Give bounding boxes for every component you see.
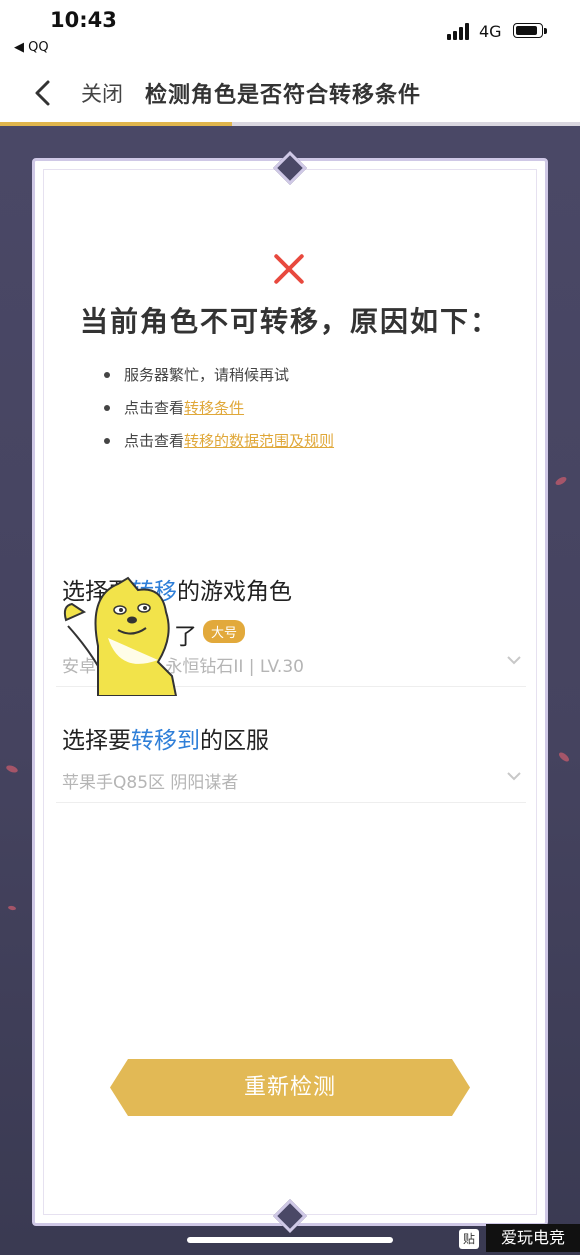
network-type: 4G (479, 22, 502, 41)
page-title: 检测角色是否符合转移条件 (145, 83, 422, 108)
chevron-down-icon (507, 656, 521, 665)
reason-text: 点击查看 (124, 399, 185, 417)
result-title: 当前角色不可转移，原因如下： (79, 305, 500, 338)
back-chevron-icon[interactable] (30, 78, 56, 108)
bullet-icon (104, 371, 110, 378)
petal-decoration (5, 764, 19, 774)
main-account-badge: 大号 (203, 620, 246, 643)
error-cross-icon (272, 252, 306, 286)
server-select[interactable]: 苹果手Q85区 阴阳谋者 (56, 762, 526, 803)
label-text: 选择要 (62, 728, 131, 754)
navigation-bar: 关闭 检测角色是否符合转移条件 (0, 62, 580, 122)
bullet-icon (104, 437, 110, 444)
petal-decoration (7, 905, 17, 911)
recheck-button-label: 重新检测 (243, 1075, 336, 1100)
reason-item: 点击查看转移条件 (104, 397, 244, 418)
label-text: 的区服 (200, 728, 269, 754)
dog-sticker (63, 576, 178, 696)
status-time: 10:43 (50, 8, 117, 32)
back-to-app-link[interactable]: ◀ QQ (14, 40, 49, 55)
close-button[interactable]: 关闭 (81, 78, 123, 108)
petal-decoration (557, 750, 571, 764)
bullet-icon (104, 404, 110, 411)
signal-icon (447, 22, 471, 40)
reason-text: 点击查看 (124, 432, 185, 450)
reason-text: 服务器繁忙，请稍候再试 (124, 366, 290, 384)
transfer-rules-link[interactable]: 转移的数据范围及规则 (184, 432, 334, 450)
label-text: 的游戏角色 (177, 579, 292, 605)
chevron-down-icon (507, 772, 521, 781)
home-indicator[interactable] (187, 1237, 393, 1243)
reason-item: 服务器繁忙，请稍候再试 (104, 364, 289, 385)
transfer-conditions-link[interactable]: 转移条件 (184, 399, 244, 417)
watermark-logo: 爱玩电竞 (486, 1224, 580, 1252)
loading-progress (0, 122, 580, 126)
paste-icon: 贴 (459, 1229, 479, 1249)
reason-item: 点击查看转移的数据范围及规则 (104, 430, 334, 451)
status-bar: 10:43 ◀ QQ 4G (0, 0, 580, 62)
battery-icon (513, 23, 547, 38)
server-detail: 苹果手Q85区 阴阳谋者 (62, 773, 239, 793)
label-highlight: 转移到 (131, 728, 200, 754)
recheck-button[interactable]: 重新检测 (110, 1059, 470, 1116)
progress-fill (0, 122, 232, 126)
server-section-label: 选择要转移到的区服 (62, 721, 269, 755)
petal-decoration (554, 475, 568, 487)
